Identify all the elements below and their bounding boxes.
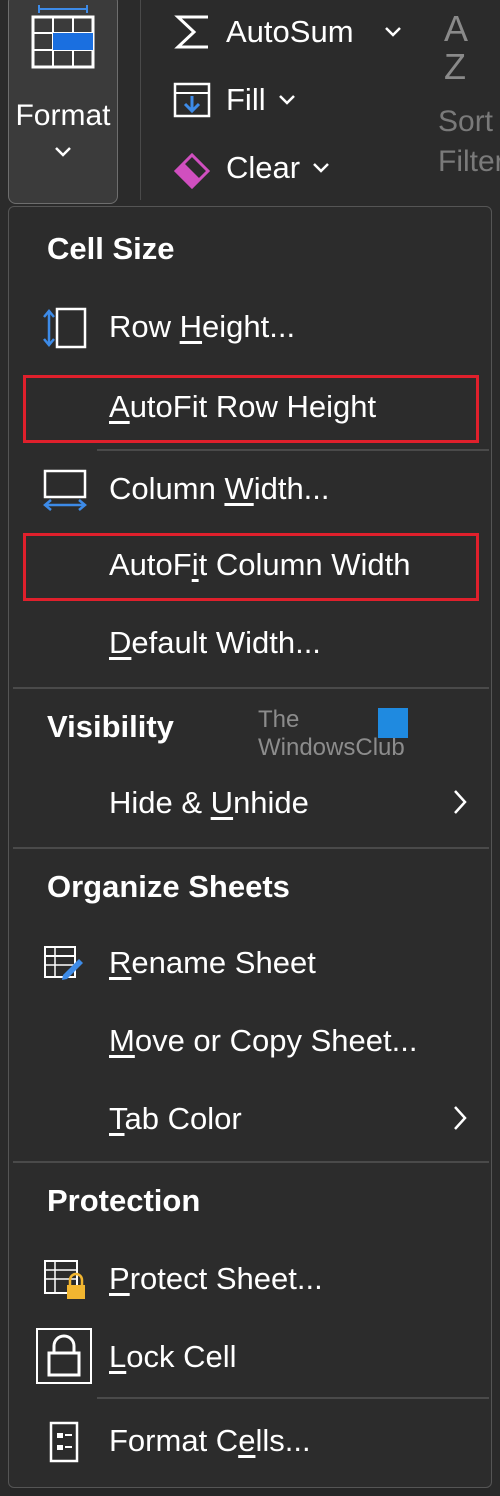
clear-label: Clear xyxy=(226,150,301,185)
eraser-icon xyxy=(173,152,211,189)
autosum-button[interactable]: AutoSum xyxy=(172,6,402,58)
filter-label: Filter xyxy=(438,145,500,178)
sort-filter-label[interactable]: Sort Filter xyxy=(438,102,500,182)
lock-icon xyxy=(36,1328,92,1384)
format-button[interactable]: Format xyxy=(8,0,118,204)
divider xyxy=(13,847,489,849)
menu-item-format-cells[interactable]: Format Cells... xyxy=(21,1409,481,1475)
chevron-down-icon xyxy=(278,95,295,105)
menu-item-row-height[interactable]: Row Height... xyxy=(21,295,481,361)
menu-item-label: Hide & Unhide xyxy=(109,785,309,820)
ribbon: Format AutoSum Fill Clear AZ Sort Filter xyxy=(0,0,500,210)
menu-item-protect-sheet[interactable]: Protect Sheet... xyxy=(21,1247,481,1313)
menu-item-label: Rename Sheet xyxy=(109,945,316,980)
format-dropdown-menu: Cell Size Row Height... AutoFit Row Heig… xyxy=(8,206,492,1488)
menu-item-hide-unhide[interactable]: Hide & Unhide xyxy=(21,771,481,837)
watermark-line2: WindowsClub xyxy=(258,734,405,761)
autosum-label: AutoSum xyxy=(226,14,354,49)
chevron-right-icon xyxy=(454,1106,467,1130)
sort-az-icon[interactable]: AZ xyxy=(444,10,468,86)
menu-item-rename-sheet[interactable]: Rename Sheet xyxy=(21,931,481,997)
row-height-icon xyxy=(43,307,87,349)
menu-item-label: Tab Color xyxy=(109,1101,242,1136)
menu-item-label: Column Width... xyxy=(109,471,330,506)
divider xyxy=(97,1397,489,1399)
menu-item-tab-color[interactable]: Tab Color xyxy=(21,1087,481,1153)
menu-item-label: Move or Copy Sheet... xyxy=(109,1023,418,1058)
menu-item-column-width[interactable]: Column Width... xyxy=(21,457,481,523)
menu-item-label: Row Height... xyxy=(109,309,296,344)
sort-label: Sort xyxy=(438,105,494,138)
menu-item-lock-cell[interactable]: Lock Cell xyxy=(21,1325,481,1391)
menu-item-label: AutoFit Column Width xyxy=(109,547,411,582)
chevron-down-icon xyxy=(313,163,329,173)
section-visibility: Visibility xyxy=(47,709,174,744)
chevron-down-icon[interactable] xyxy=(384,26,402,38)
section-cell-size: Cell Size xyxy=(47,231,175,266)
windows-logo-icon xyxy=(378,708,408,738)
divider xyxy=(13,1161,489,1163)
sigma-icon xyxy=(174,15,208,49)
rename-sheet-icon xyxy=(44,946,83,980)
section-organize-sheets: Organize Sheets xyxy=(47,869,290,904)
menu-item-move-copy-sheet[interactable]: Move or Copy Sheet... xyxy=(21,1009,481,1075)
divider xyxy=(97,449,489,451)
format-label: Format xyxy=(15,99,111,132)
clear-button[interactable]: Clear xyxy=(172,142,330,194)
chevron-right-icon xyxy=(454,790,467,814)
menu-item-label: Lock Cell xyxy=(109,1339,237,1374)
fill-button[interactable]: Fill xyxy=(172,74,296,126)
divider xyxy=(13,687,489,689)
menu-item-label: Format Cells... xyxy=(109,1423,311,1458)
menu-item-default-width[interactable]: Default Width... xyxy=(21,611,481,677)
format-cells-icon xyxy=(31,5,95,69)
protect-sheet-icon xyxy=(44,1260,85,1299)
format-cells-dialog-icon xyxy=(49,1421,79,1463)
watermark-line1: The xyxy=(258,706,300,733)
watermark: The WindowsClub xyxy=(252,706,412,766)
fill-label: Fill xyxy=(226,82,266,117)
menu-item-label: AutoFit Row Height xyxy=(109,389,377,424)
menu-item-label: Protect Sheet... xyxy=(109,1261,323,1296)
menu-item-autofit-row-height[interactable]: AutoFit Row Height xyxy=(21,375,481,441)
column-width-icon xyxy=(43,469,87,511)
menu-item-label: Default Width... xyxy=(109,625,321,660)
section-protection: Protection xyxy=(47,1183,201,1218)
menu-item-autofit-column-width[interactable]: AutoFit Column Width xyxy=(21,533,481,599)
chevron-down-icon xyxy=(9,145,117,163)
ribbon-separator xyxy=(140,0,141,200)
fill-down-icon xyxy=(173,82,211,118)
